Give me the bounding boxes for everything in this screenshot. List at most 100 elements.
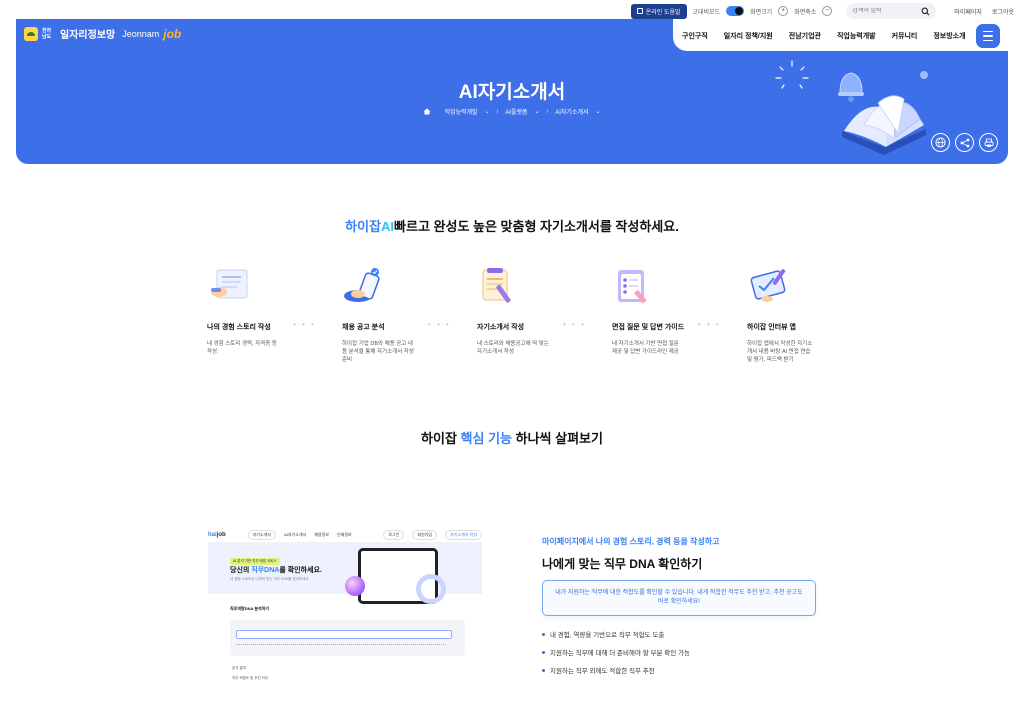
feature-preview-image: haijob 자기소개서 AI자기소개서 채용정보 인재정보 로그인 회원가입 … [208,528,482,692]
breadcrumb-separator: / [496,108,499,115]
site-english-name: Jeonnam [122,28,160,39]
list-item: 지원하는 직무 외에도 적합한 직무 추천 [542,665,690,675]
gnb-item-community[interactable]: 커뮤니티 [892,31,918,41]
clipboard-pencil-icon [482,268,511,303]
print-icon [984,138,993,147]
logout-link[interactable]: 로그아웃 [992,7,1014,16]
search-input[interactable] [852,8,913,14]
print-button[interactable] [979,133,998,152]
preview-nav-item: 자기소개서 [247,530,277,540]
process-steps: 나의 경험 스토리 작성 내 경험 스토리 경력, 자격증 등 작성 • • •… [207,266,827,386]
step-desc: 하이잡 앱에서 작성한 자기소개서 내용 바탕 AI 면접 연습 및 평가, 피… [747,341,813,363]
online-help-label: 온라인 도움말 [645,9,681,16]
zoom-out-button[interactable]: − [822,6,833,16]
step-interview-guide: 면접 질문 및 답변 가이드 내 자기소개서 기반 면접 질문 제공 및 답변 … [612,266,702,356]
chevron-down-icon[interactable]: ⌄ [596,108,601,115]
step-interview-app: 하이잡 인터뷰 앱 하이잡 앱에서 작성한 자기소개서 내용 바탕 AI 면접 … [747,266,837,364]
preview-section-title: 직무역량DNA 분석하기 [230,606,270,611]
intro-text: 빠르고 완성도 높은 맞춤형 자기소개서를 작성하세요. [394,219,679,234]
preview-footer: 분석 결과 직무 적합도 및 추천 직무 [232,666,269,680]
step-title: 자기소개서 작성 [477,324,525,331]
preview-tags [236,644,446,646]
high-contrast-label: 고대비모드 [692,9,721,16]
chevron-down-icon[interactable]: ⌄ [485,108,490,115]
step-desc: 내 스토리와 채용공고에 딱 맞는 자기소개서 작성 [477,341,549,355]
preview-input [236,630,452,639]
hamburger-menu-button[interactable] [976,24,1000,48]
step-connector: • • • [563,320,586,329]
preview-orb [345,576,365,596]
features-heading-pre: 하이잡 [421,431,457,446]
step-title: 면접 질문 및 답변 가이드 [612,324,685,331]
page-title: AI자기소개서 [458,82,566,103]
step-desc: 내 자기소개서 기반 면접 질문 제공 및 답변 가이드라인 제공 [612,341,679,355]
global-nav: 구인구직 일자리 정책/지원 전남기업관 직업능력개발 커뮤니티 정보방소개 [682,26,966,46]
intro-ai: AI [381,219,395,234]
chevron-down-icon[interactable]: ⌄ [535,108,540,115]
search-box [846,3,937,19]
site-logo[interactable]: 전라남도 일자리정보망 Jeonnam job [24,26,181,41]
book-icon [636,8,643,14]
site-job-mark: job [163,26,182,41]
preview-pill: 자기소개서 작성 [445,530,482,540]
preview-headline: 당신의 직무DNA를 확인하세요. [230,567,322,574]
mypage-link[interactable]: 마이페이지 [954,7,982,16]
gnb-item-companies[interactable]: 전남기업관 [789,31,821,41]
feature-callout: 내가 지원하는 직무에 대한 적합도를 확인할 수 있습니다. 내게 적합한 직… [542,580,816,616]
gnb-item-policy[interactable]: 일자리 정책/지원 [724,31,773,41]
breadcrumb-item-current[interactable]: AI자기소개서 [555,107,588,116]
features-heading-post: 하나씩 살펴보기 [515,431,603,446]
gnb-item-about[interactable]: 정보방소개 [933,31,965,41]
preview-card [230,620,465,656]
feature-bullets: 내 경험, 역량을 기반으로 직무 적합도 도출 지원하는 직무에 대해 더 준… [542,629,690,683]
step-title: 채용 공고 분석 [342,324,385,331]
globe-icon [935,137,946,148]
step-connector: • • • [698,320,721,329]
feature-title: 나에게 맞는 직무 DNA 확인하기 [542,557,703,571]
online-help-button[interactable]: 온라인 도움말 [630,3,687,19]
preview-nav-item: AI자기소개서 [284,532,307,537]
gnb-item-jobs[interactable]: 구인구직 [682,31,708,41]
breadcrumb-item-ai-platform[interactable]: AI플랫폼 [505,107,527,116]
share-button[interactable] [955,133,974,152]
step-writing: 자기소개서 작성 내 스토리와 채용공고에 딱 맞는 자기소개서 작성 [477,266,567,356]
list-item: 지원하는 직무에 대해 더 준비해야 할 부분 확인 가능 [542,647,690,657]
phone-check-icon [344,268,380,302]
step-analysis: 채용 공고 분석 하이잡 기업 DB와 채용 공고 내용 분석을 통해 자기소개… [342,266,432,364]
home-icon[interactable] [423,108,431,115]
share-icon [960,138,969,147]
zoom-in-button[interactable]: + [778,6,789,16]
preview-ring [416,574,446,604]
intro-brand: 하이잡 [345,219,382,234]
step-connector: • • • [293,320,316,329]
zoom-out-label: 화면축소 [794,9,817,16]
utility-bar: 온라인 도움말 고대비모드 화면크기 + 화면축소 − 마이페이지 로그아웃 [630,3,1014,19]
step-desc: 내 경험 스토리 경력, 자격증 등 작성 [207,341,277,355]
province-label: 전라남도 [42,27,52,40]
preview-nav: haijob 자기소개서 AI자기소개서 채용정보 인재정보 로그인 회원가입 … [208,528,482,542]
checklist-icon [618,270,647,304]
menu-icon [983,30,993,33]
language-button[interactable] [931,133,950,152]
preview-banner: AI 분석 기반 직무 매칭 서비스 당신의 직무DNA를 확인하세요. 내 경… [208,542,482,604]
intro-heading: 하이잡AI빠르고 완성도 높은 맞춤형 자기소개서를 작성하세요. [0,216,1024,235]
features-heading: 하이잡 핵심 기능 하나씩 살펴보기 [0,428,1024,447]
preview-brand: haijob [208,532,226,538]
preview-subtext: 내 경험 스토리로 나에게 맞는 직무 DNA를 찾아보세요 [230,577,309,581]
high-contrast-toggle[interactable] [726,6,745,16]
preview-pill: 로그인 [383,530,405,540]
breadcrumb-item-training[interactable]: 직업능력개발 [444,107,477,116]
step-title: 나의 경험 스토리 작성 [207,324,271,331]
step-story: 나의 경험 스토리 작성 내 경험 스토리 경력, 자격증 등 작성 [207,266,297,356]
step-connector: • • • [428,320,451,329]
document-hand-icon [211,269,248,299]
gnb-item-training[interactable]: 직업능력개발 [837,31,876,41]
step-desc: 하이잡 기업 DB와 채용 공고 내용 분석을 통해 자기소개서 작성 준비 [342,341,414,363]
breadcrumb: 직업능력개발 ⌄ / AI플랫폼 ⌄ / AI자기소개서 ⌄ [0,107,1024,116]
step-title: 하이잡 인터뷰 앱 [747,324,796,331]
preview-badge: AI 분석 기반 직무 매칭 서비스 [230,558,280,565]
province-emblem-icon [24,26,38,41]
breadcrumb-separator: / [546,108,549,115]
search-icon[interactable] [921,7,930,16]
site-name: 일자리정보망 [60,30,116,41]
